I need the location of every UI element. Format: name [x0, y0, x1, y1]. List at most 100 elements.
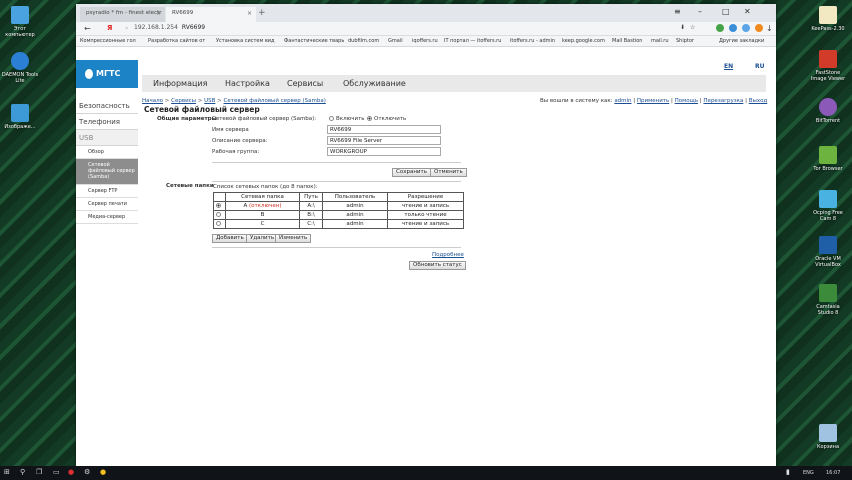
yandex-icon[interactable]: Я [107, 24, 112, 32]
desktop-icon-faststone[interactable]: FastStone Image Viewer [808, 50, 848, 82]
gear-icon[interactable]: ⚙ [84, 468, 90, 476]
delete-button[interactable]: Удалить [246, 234, 279, 243]
bookmark[interactable]: Gmail [388, 38, 403, 44]
desktop-icon-images[interactable]: Изображе... [0, 104, 40, 130]
workgroup-input[interactable] [327, 147, 441, 156]
tab-rv6699[interactable]: RV6699 × [166, 7, 256, 22]
desktop-icon-keepass[interactable]: KeePass-2.30 [808, 6, 848, 32]
desktop-icon-ocping-cam[interactable]: Ocping Free Cam 8 [808, 190, 848, 222]
back-icon[interactable]: ← [84, 24, 91, 33]
description-label: Описание сервера: [212, 138, 268, 144]
windows-start-icon[interactable]: ⊞ [4, 468, 10, 476]
shield-icon[interactable] [716, 24, 724, 32]
yandex-browser-icon[interactable]: ● [100, 468, 106, 476]
table-row[interactable]: C C:\ admin чтение и запись [213, 219, 464, 229]
minimize-icon[interactable]: – [698, 7, 702, 16]
extension-icon[interactable] [755, 24, 763, 32]
extension-icon[interactable] [729, 24, 737, 32]
opera-icon[interactable]: ● [68, 468, 74, 476]
desktop-icon-camtasia[interactable]: Camtasia Studio 8 [808, 284, 848, 316]
maximize-icon[interactable]: □ [722, 7, 730, 16]
table-row[interactable]: A (отключен) A:\ admin чтение и запись [213, 201, 464, 211]
bookmark[interactable]: mail.ru [651, 38, 669, 44]
user-link[interactable]: admin [614, 98, 631, 104]
desktop-icon-tor-browser[interactable]: Tor Browser [808, 146, 848, 172]
close-tab-icon[interactable]: × [247, 10, 252, 17]
row-select[interactable] [213, 210, 226, 220]
bookmark[interactable]: IT портал — itoffers.ru [444, 38, 501, 44]
breadcrumb-link[interactable]: USB [204, 98, 215, 104]
lang-en-link[interactable]: EN [724, 63, 733, 70]
bookmark[interactable]: iqoffers.ru [412, 38, 438, 44]
new-tab-icon[interactable]: + [258, 8, 266, 18]
desktop-icon-daemon-tools[interactable]: DAEMON Tools Lite [0, 52, 40, 84]
menu-icon[interactable]: ≡ [674, 7, 681, 16]
breadcrumb-link[interactable]: Начало [142, 98, 163, 104]
bookmark[interactable]: Shiptor [676, 38, 694, 44]
logout-link[interactable]: Выход [749, 98, 768, 104]
nav-maintenance[interactable]: Обслуживание [343, 79, 406, 88]
nav-services[interactable]: Сервисы [287, 79, 323, 88]
search-icon[interactable]: ⚲ [20, 468, 25, 476]
details-link[interactable]: Подробнее [432, 252, 464, 258]
enable-radio[interactable]: Включить [329, 116, 365, 122]
edit-button[interactable]: Изменить [275, 234, 312, 243]
tab-psyradio[interactable]: psyradio * fm - finest electr × [80, 7, 165, 22]
row-select[interactable] [213, 201, 226, 211]
sidebar-sub-overview[interactable]: Обзор [76, 146, 138, 159]
disable-radio[interactable]: Отключить [367, 116, 406, 122]
bookmark[interactable]: keep.google.com [562, 38, 605, 44]
url-field[interactable]: 192.168.1.254 RV6699 [134, 24, 205, 31]
camtasia-icon [819, 284, 837, 302]
desktop-icon-bittorrent[interactable]: BitTorrent [808, 98, 848, 124]
apply-link[interactable]: Применить [637, 98, 669, 104]
bookmark-other[interactable]: Другие закладки [719, 38, 764, 44]
add-button[interactable]: Добавить [212, 234, 248, 243]
bookmark[interactable]: Установка систем вид [216, 38, 274, 44]
sidebar-item-usb[interactable]: USB [76, 130, 138, 146]
clock[interactable]: 16:07 [826, 470, 840, 476]
faststone-icon [819, 50, 837, 68]
bookmark[interactable]: dubfilm.com [348, 38, 379, 44]
bookmark[interactable]: Компрессионные гол [80, 38, 136, 44]
folder-icon[interactable]: ▭ [53, 468, 60, 476]
input-language[interactable]: ENG [803, 470, 814, 476]
cancel-button[interactable]: Отменить [430, 168, 467, 177]
bookmark[interactable]: itoffers.ru - admin [510, 38, 555, 44]
nav-settings[interactable]: Настройка [225, 79, 270, 88]
reboot-link[interactable]: Перезагрузка [703, 98, 743, 104]
download-icon[interactable]: ⬇ [680, 24, 685, 31]
description-input[interactable] [327, 136, 441, 145]
network-icon[interactable]: ▮ [786, 468, 790, 476]
row-select[interactable] [213, 219, 226, 229]
bookmark[interactable]: Фантастические тварь [284, 38, 344, 44]
nav-info[interactable]: Информация [153, 79, 207, 88]
refresh-status-button[interactable]: Обновить статус [409, 261, 466, 270]
desktop-icon-virtualbox[interactable]: Oracle VM VirtualBox [808, 236, 848, 268]
help-link[interactable]: Помощь [675, 98, 698, 104]
sidebar-sub-samba[interactable]: Сетевой файловый сервер (Samba) [76, 159, 138, 185]
close-window-icon[interactable]: ✕ [744, 7, 751, 16]
desktop-icon-this-pc[interactable]: Этот компьютер [0, 6, 40, 38]
breadcrumb-link[interactable]: Сетевой файловый сервер (Samba) [224, 98, 326, 104]
save-button[interactable]: Сохранить [392, 168, 431, 177]
task-view-icon[interactable]: ❐ [36, 468, 42, 476]
star-icon[interactable]: ☆ [690, 24, 695, 31]
desktop-icon-recycle-bin[interactable]: Корзина [808, 424, 848, 450]
extension-icon[interactable] [742, 24, 750, 32]
enable-label: Включить [336, 116, 365, 122]
sidebar-item-telephony[interactable]: Телефония [76, 114, 138, 130]
bookmark[interactable]: Разработка сайтов от [148, 38, 205, 44]
bookmark[interactable]: Mail Bastion [612, 38, 642, 44]
sidebar-item-security[interactable]: Безопасность [76, 98, 138, 114]
sidebar-sub-print-server[interactable]: Сервер печати [76, 198, 138, 211]
bittorrent-icon [819, 98, 837, 116]
sidebar-sub-media-server[interactable]: Медиа-сервер [76, 211, 138, 224]
breadcrumb-link[interactable]: Сервисы [171, 98, 196, 104]
lang-ru-link[interactable]: RU [755, 63, 765, 70]
table-row[interactable]: B B:\ admin только чтение [213, 210, 464, 220]
close-tab-icon[interactable]: × [156, 10, 161, 17]
download-icon[interactable]: ↓ [766, 24, 773, 33]
sidebar-sub-ftp[interactable]: Сервер FTP [76, 185, 138, 198]
server-name-input[interactable] [327, 125, 441, 134]
